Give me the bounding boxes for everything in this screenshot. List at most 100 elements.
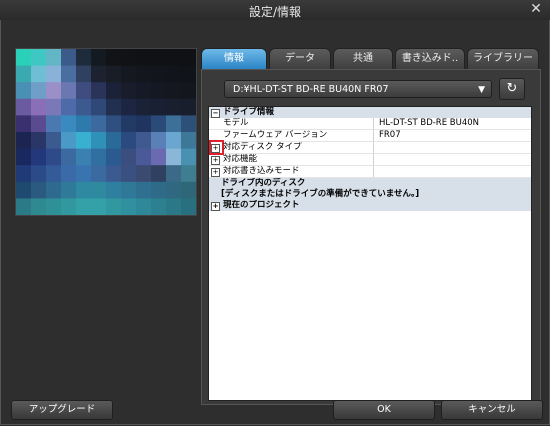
- tab-bar: 情報 データ 共通 書き込みド.. ライブラリー: [201, 48, 541, 70]
- tab-write-drive[interactable]: 書き込みド..: [395, 48, 465, 69]
- mosaic-cell: [76, 198, 92, 215]
- mosaic-cell: [136, 148, 152, 166]
- info-tree: − ドライブ情報 モデル HL-DT-ST BD-RE BU40N ファームウェ…: [208, 106, 532, 401]
- mosaic-cell: [76, 165, 92, 183]
- mosaic-cell: [106, 65, 122, 83]
- mosaic-cell: [106, 82, 122, 100]
- mosaic-cell: [166, 82, 182, 100]
- mosaic-cell: [16, 82, 32, 100]
- mosaic-cell: [151, 165, 167, 183]
- tab-common[interactable]: 共通: [333, 48, 393, 69]
- tab-library[interactable]: ライブラリー: [467, 48, 539, 69]
- mosaic-cell: [121, 198, 137, 215]
- mosaic-cell: [61, 115, 77, 133]
- mosaic-cell: [61, 148, 77, 166]
- mosaic-cell: [31, 65, 47, 83]
- right-panel: 情報 データ 共通 書き込みド.. ライブラリー D:¥HL-DT-ST BD-…: [201, 44, 541, 405]
- mosaic-cell: [16, 148, 32, 166]
- model-value: HL-DT-ST BD-RE BU40N: [379, 118, 480, 128]
- mosaic-cell: [181, 181, 196, 199]
- mosaic-cell: [181, 65, 196, 83]
- mosaic-cell: [91, 49, 107, 67]
- tree-row-write-modes[interactable]: + 対応書き込みモード: [209, 166, 531, 178]
- disc-types-label: 対応ディスク タイプ: [223, 142, 302, 152]
- ok-button[interactable]: OK: [333, 400, 435, 420]
- mosaic-cell: [136, 82, 152, 100]
- mosaic-cell: [121, 115, 137, 133]
- mosaic-cell: [31, 115, 47, 133]
- tree-group-current-project[interactable]: + 現在のプロジェクト: [209, 200, 531, 211]
- drive-info-title: ドライブ情報: [223, 107, 275, 117]
- mosaic-cell: [181, 198, 196, 215]
- mosaic-cell: [136, 65, 152, 83]
- disc-in-drive-text: ドライブ内のディスク [ディスクまたはドライブの準備ができていません。]: [209, 178, 529, 200]
- mosaic-cell: [106, 132, 122, 150]
- mosaic-cell: [151, 49, 167, 67]
- chevron-down-icon: ▼: [478, 85, 485, 95]
- disc-in-drive-title: ドライブ内のディスク: [221, 178, 306, 188]
- tree-row-model: モデル HL-DT-ST BD-RE BU40N: [209, 118, 531, 130]
- mosaic-cell: [181, 115, 196, 133]
- mosaic-cell: [61, 98, 77, 116]
- window-title: 設定/情報: [248, 5, 302, 19]
- mosaic-cell: [91, 82, 107, 100]
- mosaic-cell: [46, 198, 62, 215]
- tree-group-disc-in-drive: ドライブ内のディスク [ディスクまたはドライブの準備ができていません。]: [209, 178, 531, 200]
- mosaic-cell: [31, 98, 47, 116]
- mosaic-cell: [181, 165, 196, 183]
- mosaic-cell: [91, 198, 107, 215]
- mosaic-cell: [181, 148, 196, 166]
- mosaic-cell: [166, 98, 182, 116]
- mosaic-cell: [166, 132, 182, 150]
- mosaic-cell: [76, 65, 92, 83]
- mosaic-cell: [76, 115, 92, 133]
- write-modes-label: 対応書き込みモード: [223, 166, 300, 176]
- mosaic-cell: [106, 148, 122, 166]
- mosaic-cell: [106, 115, 122, 133]
- tree-row-features[interactable]: + 対応機能: [209, 154, 531, 166]
- upgrade-button[interactable]: アップグレード: [11, 400, 113, 420]
- mosaic-cell: [91, 65, 107, 83]
- title-bar: 設定/情報 ✕: [0, 0, 550, 21]
- mosaic-cell: [76, 49, 92, 67]
- mosaic-cell: [151, 132, 167, 150]
- disc-in-drive-message: [ディスクまたはドライブの準備ができていません。]: [221, 189, 420, 199]
- mosaic-cell: [136, 115, 152, 133]
- close-icon[interactable]: ✕: [528, 1, 544, 17]
- mosaic-cell: [76, 82, 92, 100]
- dialog-window: 情報 データ 共通 書き込みド.. ライブラリー D:¥HL-DT-ST BD-…: [0, 20, 550, 425]
- mosaic-cell: [106, 49, 122, 67]
- tab-data[interactable]: データ: [269, 48, 331, 69]
- mosaic-cell: [31, 49, 47, 67]
- mosaic-cell: [46, 181, 62, 199]
- mosaic-cell: [61, 65, 77, 83]
- firmware-value: FR07: [379, 130, 401, 140]
- mosaic-cell: [91, 98, 107, 116]
- tab-info[interactable]: 情報: [201, 48, 267, 69]
- mosaic-cell: [16, 132, 32, 150]
- mosaic-cell: [46, 49, 62, 67]
- firmware-label: ファームウェア バージョン: [223, 130, 328, 140]
- mosaic-cell: [166, 65, 182, 83]
- mosaic-cell: [91, 148, 107, 166]
- tab-content: D:¥HL-DT-ST BD-RE BU40N FR07 ▼ ↻ − ドライブ情…: [201, 69, 541, 405]
- mosaic-cell: [46, 82, 62, 100]
- mosaic-cell: [121, 49, 137, 67]
- mosaic-cell: [151, 98, 167, 116]
- mosaic-cell: [46, 65, 62, 83]
- mosaic-cell: [91, 165, 107, 183]
- mosaic-cell: [91, 181, 107, 199]
- refresh-button[interactable]: ↻: [499, 78, 525, 100]
- cancel-button[interactable]: キャンセル: [441, 400, 543, 420]
- mosaic-cell: [16, 198, 32, 215]
- mosaic-cell: [166, 115, 182, 133]
- mosaic-cell: [61, 198, 77, 215]
- mosaic-cell: [166, 148, 182, 166]
- mosaic-cell: [61, 181, 77, 199]
- drive-select[interactable]: D:¥HL-DT-ST BD-RE BU40N FR07 ▼: [224, 80, 492, 98]
- mosaic-cell: [16, 98, 32, 116]
- mosaic-cell: [31, 198, 47, 215]
- mosaic-cell: [106, 98, 122, 116]
- tree-row-disc-types[interactable]: + 対応ディスク タイプ: [209, 140, 531, 155]
- mosaic-cell: [121, 65, 137, 83]
